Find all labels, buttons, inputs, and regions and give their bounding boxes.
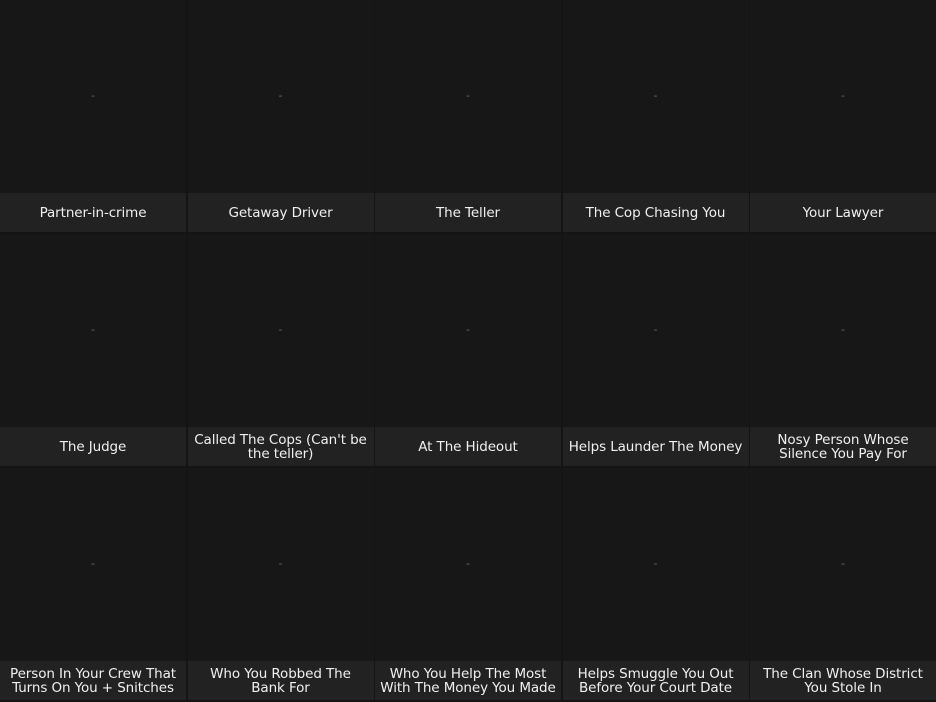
card-label: The Clan Whose District You Stole In (763, 665, 923, 696)
card-label: Partner-in-crime (39, 204, 147, 221)
card-tile[interactable]: - Getaway Driver (187, 0, 374, 232)
image-placeholder: - (466, 557, 470, 570)
card-caption: The Clan Whose District You Stole In (750, 661, 936, 700)
card-image-area: - (750, 234, 936, 426)
card-image-area: - (187, 234, 374, 426)
card-label: Getaway Driver (228, 204, 333, 221)
card-image-area: - (375, 468, 561, 660)
image-placeholder: - (278, 323, 283, 336)
card-caption: The Cop Chasing You (562, 193, 749, 232)
card-image-area: - (562, 234, 749, 426)
card-image-area: - (562, 0, 749, 192)
card-label: The Cop Chasing You (585, 204, 726, 221)
card-label: At The Hideout (418, 438, 518, 455)
card-caption: Called The Cops (Can't be the teller) (187, 427, 374, 466)
card-tile[interactable]: - Your Lawyer (750, 0, 936, 232)
image-placeholder: - (91, 89, 95, 102)
card-image-area: - (750, 468, 936, 660)
card-caption: Helps Smuggle You Out Before Your Court … (562, 661, 749, 700)
card-label: The Judge (59, 438, 127, 455)
card-caption: Person In Your Crew That Turns On You + … (0, 661, 186, 700)
card-tile[interactable]: - Who You Robbed The Bank For (187, 468, 374, 700)
image-placeholder: - (278, 89, 283, 102)
card-tile[interactable]: - Called The Cops (Can't be the teller) (187, 234, 374, 466)
card-caption: Who You Help The Most With The Money You… (375, 661, 561, 700)
card-tile[interactable]: - The Cop Chasing You (562, 0, 749, 232)
card-caption: Your Lawyer (750, 193, 936, 232)
card-image-area: - (187, 468, 374, 660)
card-caption: Nosy Person Whose Silence You Pay For (750, 427, 936, 466)
card-label: The Teller (435, 204, 500, 221)
card-caption: Partner-in-crime (0, 193, 186, 232)
card-caption: At The Hideout (375, 427, 561, 466)
image-placeholder: - (841, 557, 845, 570)
image-placeholder: - (841, 89, 845, 102)
card-image-area: - (0, 468, 186, 660)
card-caption: The Judge (0, 427, 186, 466)
card-caption: Who You Robbed The Bank For (187, 661, 374, 700)
card-label: Nosy Person Whose Silence You Pay For (777, 431, 909, 462)
card-tile[interactable]: - Partner-in-crime (0, 0, 186, 232)
image-placeholder: - (91, 557, 95, 570)
card-image-area: - (187, 0, 374, 192)
card-tile[interactable]: - Nosy Person Whose Silence You Pay For (750, 234, 936, 466)
card-label: Helps Smuggle You Out Before Your Court … (577, 665, 734, 696)
card-label: Who You Robbed The Bank For (210, 665, 351, 696)
card-tile[interactable]: - Who You Help The Most With The Money Y… (375, 468, 561, 700)
card-caption: Helps Launder The Money (562, 427, 749, 466)
card-image-area: - (562, 468, 749, 660)
card-image-area: - (750, 0, 936, 192)
image-placeholder: - (653, 323, 658, 336)
card-image-area: - (0, 234, 186, 426)
card-tile[interactable]: - The Judge (0, 234, 186, 466)
card-tile[interactable]: - The Clan Whose District You Stole In (750, 468, 936, 700)
image-placeholder: - (653, 89, 658, 102)
image-placeholder: - (466, 89, 470, 102)
image-placeholder: - (278, 557, 283, 570)
bingo-card-grid: - Partner-in-crime - Getaway Driver - Th… (0, 0, 936, 700)
card-caption: The Teller (375, 193, 561, 232)
card-label: Who You Help The Most With The Money You… (380, 665, 556, 696)
image-placeholder: - (841, 323, 845, 336)
card-tile[interactable]: - Person In Your Crew That Turns On You … (0, 468, 186, 700)
card-label: Your Lawyer (802, 204, 884, 221)
card-label: Person In Your Crew That Turns On You + … (10, 665, 176, 696)
card-tile[interactable]: - The Teller (375, 0, 561, 232)
card-label: Helps Launder The Money (568, 438, 743, 455)
image-placeholder: - (653, 557, 658, 570)
card-image-area: - (375, 0, 561, 192)
card-image-area: - (0, 0, 186, 192)
card-tile[interactable]: - Helps Launder The Money (562, 234, 749, 466)
card-tile[interactable]: - Helps Smuggle You Out Before Your Cour… (562, 468, 749, 700)
card-label: Called The Cops (Can't be the teller) (194, 431, 367, 462)
image-placeholder: - (466, 323, 470, 336)
image-placeholder: - (91, 323, 95, 336)
card-image-area: - (375, 234, 561, 426)
card-tile[interactable]: - At The Hideout (375, 234, 561, 466)
card-caption: Getaway Driver (187, 193, 374, 232)
